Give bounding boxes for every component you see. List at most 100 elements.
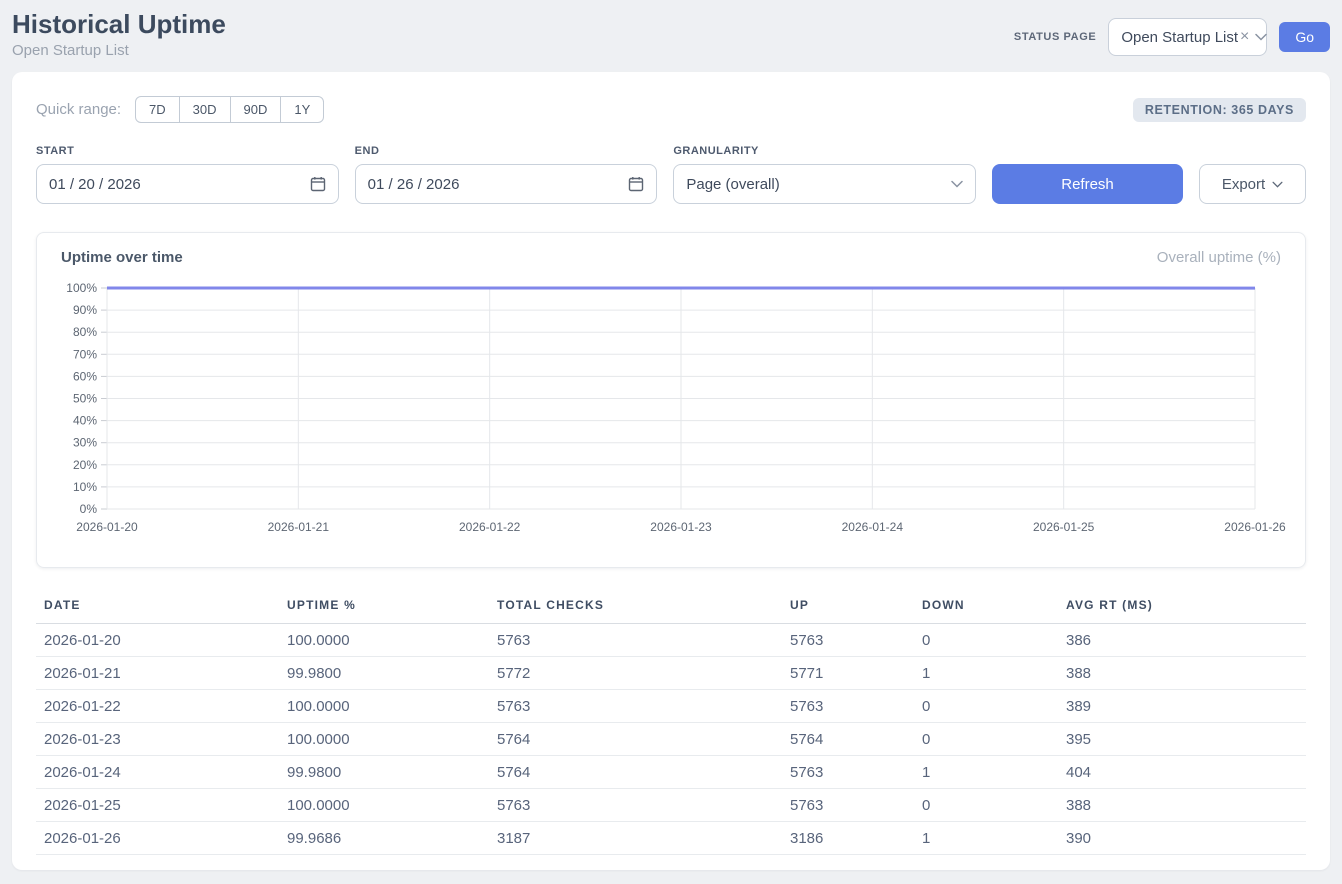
- table-cell: 100.0000: [279, 723, 489, 756]
- table-cell: 2026-01-25: [36, 789, 279, 822]
- table-cell: 5763: [489, 690, 782, 723]
- table-cell: 2026-01-22: [36, 690, 279, 723]
- table-cell: 0: [914, 624, 1058, 657]
- chart-legend: Overall uptime (%): [1157, 249, 1281, 266]
- table-cell: 5764: [489, 723, 782, 756]
- svg-text:0%: 0%: [80, 502, 98, 516]
- table-cell: 5763: [489, 624, 782, 657]
- end-label: END: [355, 145, 658, 157]
- clear-icon[interactable]: ×: [1240, 28, 1249, 46]
- quick-range-7d[interactable]: 7D: [135, 96, 180, 123]
- table-cell: 5763: [782, 690, 914, 723]
- table-cell: 5763: [782, 624, 914, 657]
- page-title: Historical Uptime: [12, 10, 226, 39]
- table-cell: 0: [914, 723, 1058, 756]
- page-header: Historical Uptime Open Startup List STAT…: [12, 0, 1330, 62]
- chevron-down-icon: [951, 180, 963, 188]
- table-cell: 99.9686: [279, 822, 489, 855]
- table-row: 2026-01-2199.9800577257711388: [36, 657, 1306, 690]
- column-header: UPTIME %: [279, 592, 489, 624]
- quick-range-30d[interactable]: 30D: [179, 96, 231, 123]
- page-subtitle: Open Startup List: [12, 42, 226, 59]
- svg-text:2026-01-23: 2026-01-23: [650, 520, 712, 534]
- start-date-value: 01 / 20 / 2026: [49, 176, 141, 193]
- svg-text:2026-01-24: 2026-01-24: [842, 520, 904, 534]
- start-date-input[interactable]: 01 / 20 / 2026: [36, 164, 339, 204]
- uptime-chart-card: Uptime over time Overall uptime (%) 0% 10…: [36, 232, 1306, 568]
- table-cell: 390: [1058, 822, 1306, 855]
- table-cell: 3187: [489, 822, 782, 855]
- table-cell: 100.0000: [279, 690, 489, 723]
- uptime-chart: 0%10%20%30%40%50%60%70%80%90%100%2026-01…: [61, 278, 1283, 540]
- column-header: DATE: [36, 592, 279, 624]
- table-cell: 0: [914, 690, 1058, 723]
- table-cell: 386: [1058, 624, 1306, 657]
- table-cell: 99.9800: [279, 657, 489, 690]
- table-cell: 99.9800: [279, 756, 489, 789]
- end-date-input[interactable]: 01 / 26 / 2026: [355, 164, 658, 204]
- column-header: AVG RT (MS): [1058, 592, 1306, 624]
- quick-range-label: Quick range:: [36, 101, 121, 118]
- table-cell: 5771: [782, 657, 914, 690]
- status-page-value: Open Startup List: [1121, 29, 1238, 46]
- table-cell: 389: [1058, 690, 1306, 723]
- table-cell: 3186: [782, 822, 914, 855]
- svg-text:2026-01-25: 2026-01-25: [1033, 520, 1095, 534]
- end-field-wrap: END 01 / 26 / 2026: [355, 145, 658, 204]
- start-field-wrap: START 01 / 20 / 2026: [36, 145, 339, 204]
- svg-text:2026-01-21: 2026-01-21: [268, 520, 330, 534]
- quick-range-row: Quick range: 7D 30D 90D 1Y RETENTION: 36…: [36, 96, 1306, 123]
- table-cell: 404: [1058, 756, 1306, 789]
- granularity-field-wrap: GRANULARITY Page (overall): [673, 145, 976, 204]
- controls-row: START 01 / 20 / 2026 END 01 / 26 / 2026: [36, 145, 1306, 204]
- table-cell: 395: [1058, 723, 1306, 756]
- status-page-select[interactable]: Open Startup List ×: [1108, 18, 1267, 56]
- chart-title: Uptime over time: [61, 249, 183, 266]
- svg-text:80%: 80%: [73, 325, 97, 339]
- granularity-select[interactable]: Page (overall): [673, 164, 976, 204]
- table-cell: 0: [914, 789, 1058, 822]
- svg-text:40%: 40%: [73, 414, 97, 428]
- status-page-label: STATUS PAGE: [1014, 31, 1096, 43]
- table-cell: 5764: [782, 723, 914, 756]
- uptime-table: DATEUPTIME %TOTAL CHECKSUPDOWNAVG RT (MS…: [36, 592, 1306, 855]
- chevron-down-icon: [1272, 181, 1283, 188]
- start-label: START: [36, 145, 339, 157]
- table-cell: 5763: [489, 789, 782, 822]
- table-cell: 2026-01-24: [36, 756, 279, 789]
- column-header: DOWN: [914, 592, 1058, 624]
- main-card: Quick range: 7D 30D 90D 1Y RETENTION: 36…: [12, 72, 1330, 870]
- granularity-value: Page (overall): [686, 176, 779, 193]
- table-cell: 2026-01-21: [36, 657, 279, 690]
- table-cell: 2026-01-23: [36, 723, 279, 756]
- table-cell: 100.0000: [279, 624, 489, 657]
- export-label: Export: [1222, 176, 1265, 193]
- header-controls: STATUS PAGE Open Startup List × Go: [1014, 18, 1330, 56]
- end-date-value: 01 / 26 / 2026: [368, 176, 460, 193]
- calendar-icon[interactable]: [628, 176, 644, 192]
- svg-text:70%: 70%: [73, 347, 97, 361]
- svg-text:90%: 90%: [73, 303, 97, 317]
- table-cell: 5763: [782, 789, 914, 822]
- svg-text:10%: 10%: [73, 480, 97, 494]
- quick-range-90d[interactable]: 90D: [230, 96, 282, 123]
- table-cell: 388: [1058, 657, 1306, 690]
- export-button[interactable]: Export: [1199, 164, 1306, 204]
- svg-text:100%: 100%: [66, 281, 97, 295]
- table-cell: 1: [914, 822, 1058, 855]
- svg-text:20%: 20%: [73, 458, 97, 472]
- table-cell: 2026-01-26: [36, 822, 279, 855]
- refresh-button[interactable]: Refresh: [992, 164, 1183, 204]
- table-row: 2026-01-23100.0000576457640395: [36, 723, 1306, 756]
- calendar-icon[interactable]: [310, 176, 326, 192]
- table-cell: 100.0000: [279, 789, 489, 822]
- quick-range-1y[interactable]: 1Y: [280, 96, 324, 123]
- granularity-label: GRANULARITY: [673, 145, 976, 157]
- table-cell: 1: [914, 756, 1058, 789]
- table-header-row: DATEUPTIME %TOTAL CHECKSUPDOWNAVG RT (MS…: [36, 592, 1306, 624]
- go-button[interactable]: Go: [1279, 22, 1330, 52]
- retention-badge: RETENTION: 365 DAYS: [1133, 98, 1306, 122]
- quick-range-group: 7D 30D 90D 1Y: [135, 96, 324, 123]
- table-cell: 1: [914, 657, 1058, 690]
- table-row: 2026-01-20100.0000576357630386: [36, 624, 1306, 657]
